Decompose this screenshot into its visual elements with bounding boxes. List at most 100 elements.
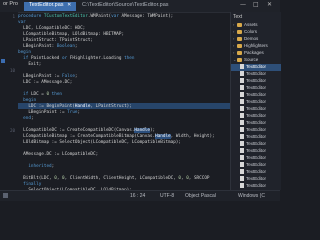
tree-item-label: TextEditor [246, 99, 267, 104]
code-line[interactable]: inherited; [18, 164, 54, 170]
file-path-tab[interactable]: C:\TextEditor\Source\TextEditor.pas [82, 2, 169, 11]
tree-item-label: TextEditor [246, 106, 267, 111]
tree-file[interactable]: TextEditor [231, 99, 281, 106]
folder-icon [237, 36, 242, 41]
tab-close-icon[interactable]: ✕ [67, 2, 71, 8]
file-icon [240, 141, 244, 147]
tree-item-label: Colors [244, 29, 258, 34]
code-token: or [61, 56, 70, 61]
tree-file[interactable]: TextEditor [231, 162, 281, 169]
line-ending-selector[interactable]: Windows (C [238, 193, 265, 199]
file-icon [240, 176, 244, 182]
tree-file[interactable]: TextEditor [231, 148, 281, 155]
tree-file[interactable]: TextEditor [231, 169, 281, 176]
tree-file[interactable]: TextEditor [231, 85, 281, 92]
code-token: LBeginPaint: [18, 44, 57, 49]
file-icon [240, 148, 244, 154]
file-icon [240, 169, 244, 175]
cursor-position[interactable]: 16 : 24 [130, 193, 145, 199]
tree-folder[interactable]: › Packages [231, 50, 281, 57]
encoding-selector[interactable]: UTF-8 [160, 193, 174, 199]
code-line[interactable]: Exit; [18, 62, 41, 68]
code-token: then [51, 92, 63, 97]
tree-item-label: TextEditor [246, 183, 267, 188]
code-token: Handle [155, 134, 171, 139]
code-line[interactable]: BitBlt(LDC, 0, 0, ClientWidth, ClientHei… [18, 176, 209, 182]
code-token: , LPaintStruct); [90, 104, 132, 109]
code-token: ; [74, 44, 78, 49]
tree-file[interactable]: TextEditor [231, 155, 281, 162]
code-token: AMessage.DC := LCompatibleDC; [18, 152, 99, 157]
language-selector[interactable]: Object Pascal [185, 193, 216, 199]
tree-item-label: TextEditor [246, 169, 267, 174]
code-line[interactable]: AMessage.DC := LCompatibleDC; [18, 152, 98, 158]
tree-folder[interactable]: › Demos [231, 36, 281, 43]
line-number: 10 [9, 68, 15, 73]
code-line[interactable]: end; [18, 116, 34, 122]
line-gutter: 1 10 20 [0, 12, 18, 190]
line-number: 20 [9, 128, 15, 133]
code-token: .WMPaint( [87, 14, 112, 19]
file-icon [240, 85, 244, 91]
code-token: Boolean [56, 44, 75, 49]
tree-folder[interactable]: › Colors [231, 29, 281, 36]
tree-file[interactable]: TextEditor [231, 141, 281, 148]
tree-item-label: TextEditor [246, 78, 267, 83]
maximize-button[interactable]: □ [253, 1, 259, 8]
tree-file[interactable]: TextEditor [231, 64, 281, 71]
code-token: Handle [134, 128, 150, 133]
code-token: begin [18, 98, 37, 103]
file-icon [240, 120, 244, 126]
code-token: , Width, Height); [170, 134, 215, 139]
tree-folder[interactable]: › Highlighters [231, 43, 281, 50]
tree-file[interactable]: TextEditor [231, 106, 281, 113]
project-tree: Text › Assets › Colors › Demos › Highlighters › P… [230, 12, 281, 190]
file-icon [240, 99, 244, 105]
code-token: BitBlt(LDC, [18, 176, 55, 181]
tree-folder[interactable]: › Assets [231, 22, 281, 29]
code-token: LDC := AMessage.DC; [18, 80, 73, 85]
tree-item-label: TextEditor [246, 162, 267, 167]
code-line[interactable]: LDC := AMessage.DC; [18, 80, 72, 86]
close-button[interactable]: ✕ [267, 1, 272, 8]
tree-file[interactable]: TextEditor [231, 113, 281, 120]
tree-file[interactable]: TextEditor [231, 134, 281, 141]
code-token: var [111, 14, 122, 19]
tree-file[interactable]: TextEditor [231, 120, 281, 127]
folder-icon [237, 57, 242, 62]
code-token: TCustomTextEditor [43, 14, 88, 19]
line-number: 1 [12, 14, 15, 19]
tree-item-label: TextEditor [246, 176, 267, 181]
tree-file[interactable]: TextEditor [231, 176, 281, 183]
bookmark-marker[interactable] [1, 59, 5, 63]
tree-item-label: Assets [244, 22, 258, 27]
code-token: if [18, 92, 31, 97]
tree-item-label: TextEditor [246, 120, 267, 125]
tree-item-label: Demos [244, 36, 259, 41]
folder-icon [237, 50, 242, 55]
tree-file[interactable]: TextEditor [231, 78, 281, 85]
tree-file[interactable]: TextEditor [231, 71, 281, 78]
code-line[interactable]: LOldBitmap := SelectObject(LCompatibleDC… [18, 140, 181, 146]
code-token: LBeginPaint := [18, 110, 68, 115]
tree-folder[interactable]: ⌄ Source [231, 57, 281, 64]
code-line[interactable]: procedure TCustomTextEditor.WMPaint(var … [18, 14, 173, 20]
code-token: LBeginPaint := [18, 74, 62, 79]
code-token: Exit; [18, 62, 42, 67]
code-token: LPaintStruct: TPaintStruct; [18, 38, 94, 43]
code-token: ; [77, 110, 81, 115]
tree-file[interactable]: TextEditor [231, 92, 281, 99]
code-token: procedure [18, 14, 44, 19]
status-bar: 16 : 24 UTF-8 Object Pascal Windows (C [0, 190, 280, 201]
minimize-button[interactable]: — [240, 1, 246, 8]
tree-item-label: TextEditor [246, 141, 267, 146]
tree-file[interactable]: TextEditor [231, 127, 281, 134]
status-indicator-icon [3, 193, 8, 198]
tab-texteditor-pas[interactable]: TextEditor.pas ✕ [24, 2, 77, 11]
tree-item-label: TextEditor [246, 148, 267, 153]
code-token: Handle [74, 104, 91, 109]
code-token: ; [30, 116, 34, 121]
tree-file[interactable]: TextEditor [231, 183, 281, 190]
file-icon [240, 106, 244, 112]
code-editor[interactable]: procedure TCustomTextEditor.WMPaint(var … [18, 12, 230, 190]
